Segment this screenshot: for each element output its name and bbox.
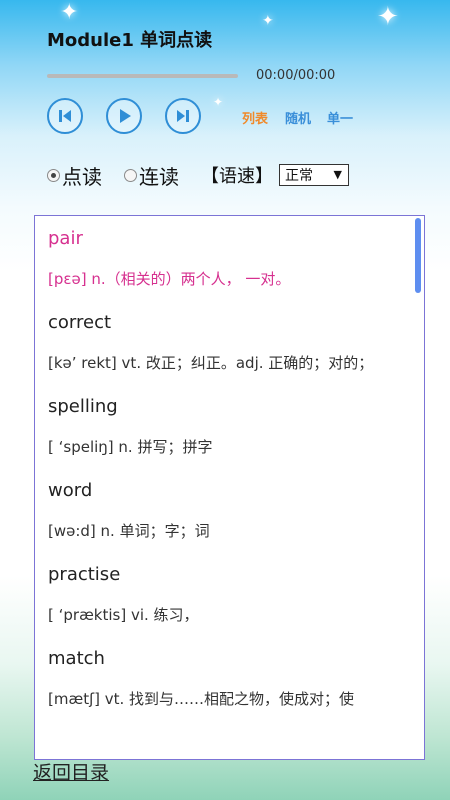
page-title: Module1 单词点读 <box>47 30 213 51</box>
word-entry[interactable]: spelling [ ‘speliŋ] n. 拼写；拼字 <box>48 384 403 468</box>
radio-point-read[interactable] <box>47 168 60 182</box>
play-icon <box>120 109 131 123</box>
word-definition: [wə:d] n. 单词；字；词 <box>48 522 210 540</box>
word-definition: [ ‘præktis] vi. 练习， <box>48 606 199 624</box>
word-text: word <box>48 480 93 501</box>
word-definition: [ ‘speliŋ] n. 拼写；拼字 <box>48 438 213 456</box>
audio-time: 00:00/00:00 <box>256 68 336 83</box>
mode-list-button[interactable]: 列表 <box>242 108 268 127</box>
word-entry[interactable]: correct [kə’ rekt] vt. 改正；纠正。adj. 正确的；对的… <box>48 300 403 384</box>
speed-select[interactable]: 正常 ▼ <box>279 164 349 186</box>
word-definition: [pɛə] n.（相关的）两个人， 一对。 <box>48 270 291 288</box>
dropdown-arrow-icon: ▼ <box>333 168 342 181</box>
word-list[interactable]: pair [pɛə] n.（相关的）两个人， 一对。 correct [kə’ … <box>34 215 425 760</box>
next-button[interactable] <box>165 98 201 134</box>
sparkle-decoration: ✦ <box>262 13 274 29</box>
word-text: match <box>48 648 105 669</box>
word-text: correct <box>48 312 112 333</box>
read-mode-options: 点读 连读 【语速】 正常 ▼ <box>47 160 349 190</box>
mode-single-button[interactable]: 单一 <box>327 108 353 127</box>
word-entry[interactable]: pair [pɛə] n.（相关的）两个人， 一对。 <box>48 216 403 300</box>
radio-point-read-label[interactable]: 点读 <box>62 161 102 190</box>
word-text: practise <box>48 564 121 585</box>
audio-progress-bar[interactable] <box>47 74 238 78</box>
mode-random-button[interactable]: 随机 <box>285 108 311 127</box>
next-icon <box>177 110 189 122</box>
previous-button[interactable] <box>47 98 83 134</box>
prev-icon <box>59 110 71 122</box>
word-entry[interactable]: word [wə:d] n. 单词；字；词 <box>48 468 403 552</box>
sparkle-decoration: ✦ <box>377 2 399 32</box>
speed-label: 【语速】 <box>201 166 273 187</box>
word-entry[interactable]: practise [ ‘præktis] vi. 练习， <box>48 552 403 636</box>
back-to-contents-link[interactable]: 返回目录 <box>33 758 109 785</box>
scrollbar-thumb[interactable] <box>415 218 421 293</box>
word-definition: [mætʃ] vt. 找到与……相配之物，使成对；使 <box>48 690 355 708</box>
word-definition: [kə’ rekt] vt. 改正；纠正。adj. 正确的；对的； <box>48 354 374 372</box>
play-button[interactable] <box>106 98 142 134</box>
speed-select-value: 正常 <box>285 168 313 184</box>
word-entry[interactable]: match [mætʃ] vt. 找到与……相配之物，使成对；使 <box>48 636 403 720</box>
radio-continuous-read-label[interactable]: 连读 <box>139 161 179 190</box>
word-text: pair <box>48 228 83 249</box>
word-text: spelling <box>48 396 118 417</box>
radio-continuous-read[interactable] <box>124 168 137 182</box>
sparkle-decoration: ✦ <box>213 95 224 109</box>
sparkle-decoration: ✦ <box>60 0 79 25</box>
